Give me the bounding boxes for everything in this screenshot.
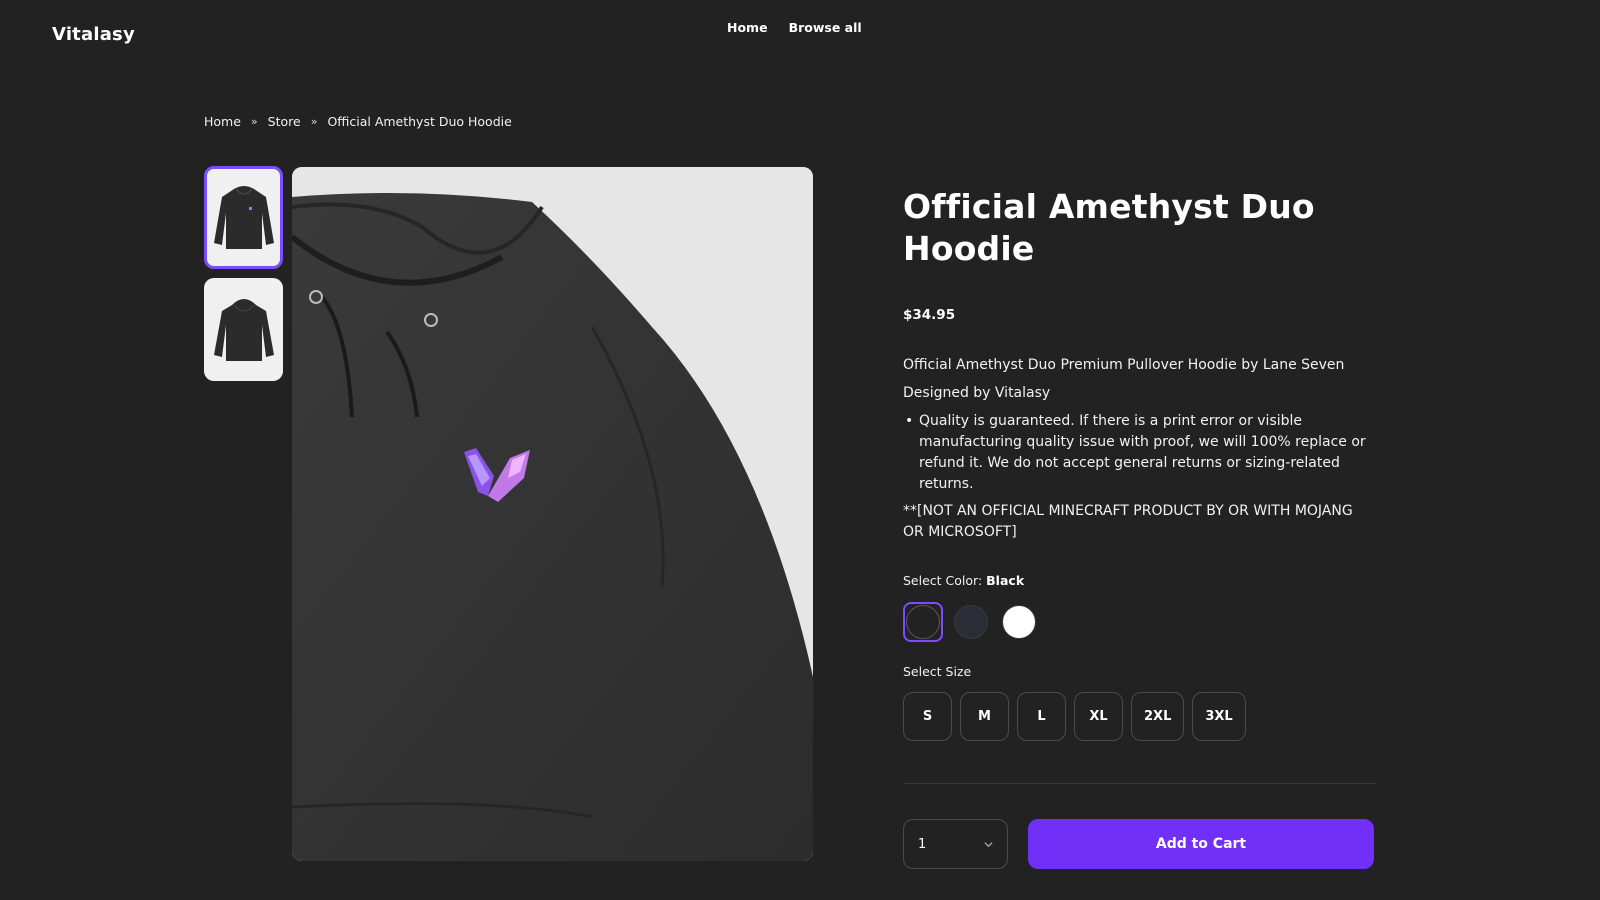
breadcrumb-separator: » [310, 115, 318, 128]
brand-logo[interactable]: Vitalasy [52, 24, 135, 45]
color-label: Select Color: Black [903, 573, 1024, 588]
thumbnail-back[interactable] [204, 278, 283, 381]
description-line: Official Amethyst Duo Premium Pullover H… [903, 357, 1345, 373]
breadcrumb-home[interactable]: Home [204, 114, 241, 129]
description-bullets: Quality is guaranteed. If there is a pri… [903, 411, 1373, 495]
thumbnail-front[interactable] [204, 166, 283, 269]
size-3xl-button[interactable]: 3XL [1192, 692, 1246, 741]
product-page: Vitalasy Home Browse all Home » Store » … [0, 0, 1600, 900]
color-label-text: Select Color: [903, 573, 983, 588]
size-xl-button[interactable]: XL [1074, 692, 1123, 741]
color-swatches [903, 602, 1039, 642]
size-s-button[interactable]: S [903, 692, 952, 741]
product-price: $34.95 [903, 307, 956, 323]
add-to-cart-button[interactable]: Add to Cart [1028, 819, 1374, 869]
breadcrumb: Home » Store » Official Amethyst Duo Hoo… [204, 114, 512, 129]
size-m-button[interactable]: M [960, 692, 1009, 741]
hoodie-main-image [292, 167, 813, 861]
product-title: Official Amethyst Duo Hoodie [903, 187, 1315, 268]
divider [903, 783, 1375, 784]
description-bullet: Quality is guaranteed. If there is a pri… [903, 411, 1373, 495]
swatch-color [906, 605, 940, 639]
product-description: Official Amethyst Duo Premium Pullover H… [903, 355, 1373, 550]
main-product-image [292, 167, 813, 861]
size-label: Select Size [903, 664, 972, 679]
breadcrumb-current: Official Amethyst Duo Hoodie [327, 114, 512, 129]
swatch-white[interactable] [999, 602, 1039, 642]
selected-color: Black [986, 573, 1025, 588]
swatch-color [954, 605, 988, 639]
size-2xl-button[interactable]: 2XL [1131, 692, 1185, 741]
breadcrumb-store[interactable]: Store [268, 114, 301, 129]
nav-browse-all[interactable]: Browse all [789, 20, 862, 35]
hoodie-back-image [213, 298, 274, 361]
swatch-color [1002, 605, 1036, 639]
chevron-down-icon [984, 841, 993, 847]
size-options: S M L XL 2XL 3XL [903, 692, 1246, 741]
top-nav: Home Browse all [727, 20, 862, 35]
hoodie-front-image [213, 185, 274, 249]
swatch-navy[interactable] [951, 602, 991, 642]
swatch-black[interactable] [903, 602, 943, 642]
description-line: Designed by Vitalasy [903, 385, 1051, 401]
disclaimer: **[NOT AN OFFICIAL MINECRAFT PRODUCT BY … [903, 503, 1353, 540]
quantity-select[interactable]: 1 [903, 819, 1008, 869]
size-l-button[interactable]: L [1017, 692, 1066, 741]
quantity-value: 1 [918, 836, 927, 852]
breadcrumb-separator: » [250, 115, 258, 128]
nav-home[interactable]: Home [727, 20, 768, 35]
